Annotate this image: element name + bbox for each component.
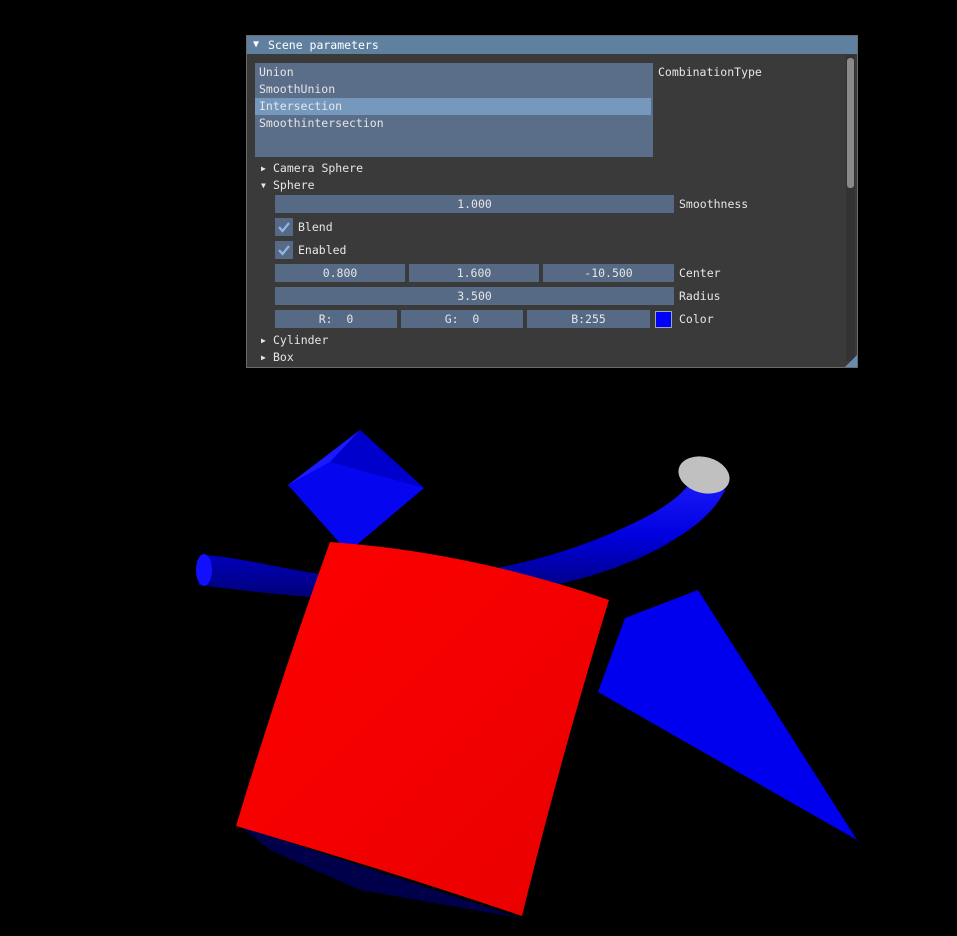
- checkmark-icon: [278, 245, 290, 256]
- scene-parameters-window[interactable]: ▼ Scene parameters Union SmoothUnion Int…: [246, 35, 858, 368]
- expand-arrow-icon: ▶: [261, 164, 266, 173]
- list-item-smooth-union[interactable]: SmoothUnion: [255, 81, 651, 98]
- smoothness-slider[interactable]: 1.000: [275, 195, 674, 213]
- window-title: Scene parameters: [268, 38, 379, 52]
- tree-node-box[interactable]: ▶ Box: [261, 349, 294, 366]
- scrollbar-thumb[interactable]: [847, 58, 854, 188]
- color-g-input[interactable]: G: 0: [401, 310, 523, 328]
- tree-node-label: Cylinder: [273, 333, 329, 347]
- vertical-scrollbar[interactable]: [846, 55, 855, 361]
- enabled-checkbox[interactable]: [275, 241, 293, 259]
- combination-type-listbox[interactable]: Union SmoothUnion Intersection Smoothint…: [255, 63, 653, 157]
- expand-arrow-icon: ▶: [261, 353, 266, 362]
- color-b-input[interactable]: B:255: [527, 310, 650, 328]
- resize-grip-icon[interactable]: [845, 355, 857, 367]
- radius-label: Radius: [679, 289, 721, 303]
- tree-node-label: Sphere: [273, 178, 315, 192]
- collapse-arrow-icon[interactable]: ▼: [253, 36, 259, 54]
- red-box-shape: [236, 542, 609, 916]
- smoothness-label: Smoothness: [679, 197, 749, 211]
- expand-arrow-icon: ▶: [261, 336, 266, 345]
- color-label: Color: [679, 312, 714, 326]
- blend-label: Blend: [298, 220, 333, 234]
- list-item-smooth-intersection[interactable]: Smoothintersection: [255, 115, 651, 132]
- tree-node-camera-sphere[interactable]: ▶ Camera Sphere: [261, 160, 363, 177]
- tree-node-label: Box: [273, 350, 294, 364]
- collapse-arrow-icon: ▼: [261, 181, 266, 190]
- enabled-label: Enabled: [298, 243, 347, 257]
- tree-node-label: Camera Sphere: [273, 161, 364, 175]
- list-item-union[interactable]: Union: [255, 64, 651, 81]
- tree-node-sphere[interactable]: ▼ Sphere: [261, 177, 315, 194]
- octahedron-shape: [288, 430, 424, 552]
- radius-slider[interactable]: 3.500: [275, 287, 674, 305]
- color-r-input[interactable]: R: 0: [275, 310, 397, 328]
- pyramid-shape: [598, 590, 857, 840]
- tree-node-cylinder[interactable]: ▶ Cylinder: [261, 332, 328, 349]
- center-y-input[interactable]: 1.600: [409, 264, 539, 282]
- list-item-intersection[interactable]: Intersection: [255, 98, 651, 115]
- center-x-input[interactable]: 0.800: [275, 264, 405, 282]
- checkmark-icon: [278, 222, 290, 233]
- window-title-bar[interactable]: ▼ Scene parameters: [247, 36, 857, 54]
- color-swatch[interactable]: [655, 311, 672, 328]
- center-label: Center: [679, 266, 721, 280]
- combination-type-label: CombinationType: [658, 65, 762, 79]
- blend-checkbox[interactable]: [275, 218, 293, 236]
- center-z-input[interactable]: -10.500: [543, 264, 674, 282]
